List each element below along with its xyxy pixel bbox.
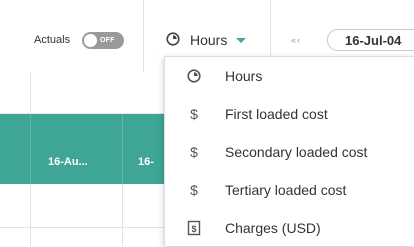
charges-icon: $	[187, 220, 201, 236]
column-header: 16-	[138, 156, 154, 168]
menu-item-label: First loaded cost	[225, 106, 328, 122]
toggle-knob	[84, 34, 97, 47]
clock-icon	[187, 69, 201, 83]
column-separator	[122, 114, 123, 184]
caret-down-icon	[236, 38, 246, 43]
units-selector-button[interactable]: Hours	[162, 27, 258, 53]
units-selector-label: Hours	[190, 32, 228, 48]
toolbar-divider	[143, 0, 144, 72]
dollar-icon: $	[190, 144, 198, 160]
dollar-icon: $	[190, 182, 198, 198]
grid-line	[30, 72, 31, 114]
toggle-state-text: OFF	[100, 37, 115, 44]
grid-line	[30, 184, 31, 246]
menu-item-label: Hours	[225, 68, 263, 84]
clock-icon	[166, 32, 180, 46]
dollar-icon: $	[190, 106, 198, 122]
menu-item-first-loaded-cost[interactable]: $ First loaded cost	[165, 95, 414, 133]
menu-item-hours[interactable]: Hours	[165, 57, 414, 95]
menu-item-tertiary-loaded-cost[interactable]: $ Tertiary loaded cost	[165, 171, 414, 209]
actuals-label: Actuals	[34, 34, 71, 46]
units-dropdown-menu: Hours $ First loaded cost $ Secondary lo…	[164, 56, 414, 246]
actuals-toggle[interactable]: OFF	[82, 32, 124, 49]
grid-line	[122, 184, 123, 246]
svg-text:$: $	[191, 224, 196, 234]
menu-item-label: Charges (USD)	[225, 220, 321, 236]
date-field[interactable]: 16-Jul-04	[327, 29, 414, 51]
menu-item-secondary-loaded-cost[interactable]: $ Secondary loaded cost	[165, 133, 414, 171]
menu-item-label: Tertiary loaded cost	[225, 182, 347, 198]
column-separator	[30, 114, 31, 184]
column-header: 16-Au...	[48, 156, 88, 168]
menu-item-label: Secondary loaded cost	[225, 144, 368, 160]
date-nav-back-icon[interactable]: «‹	[291, 35, 301, 45]
menu-item-charges-usd[interactable]: $ Charges (USD)	[165, 209, 414, 247]
date-value: 16-Jul-04	[345, 33, 402, 48]
